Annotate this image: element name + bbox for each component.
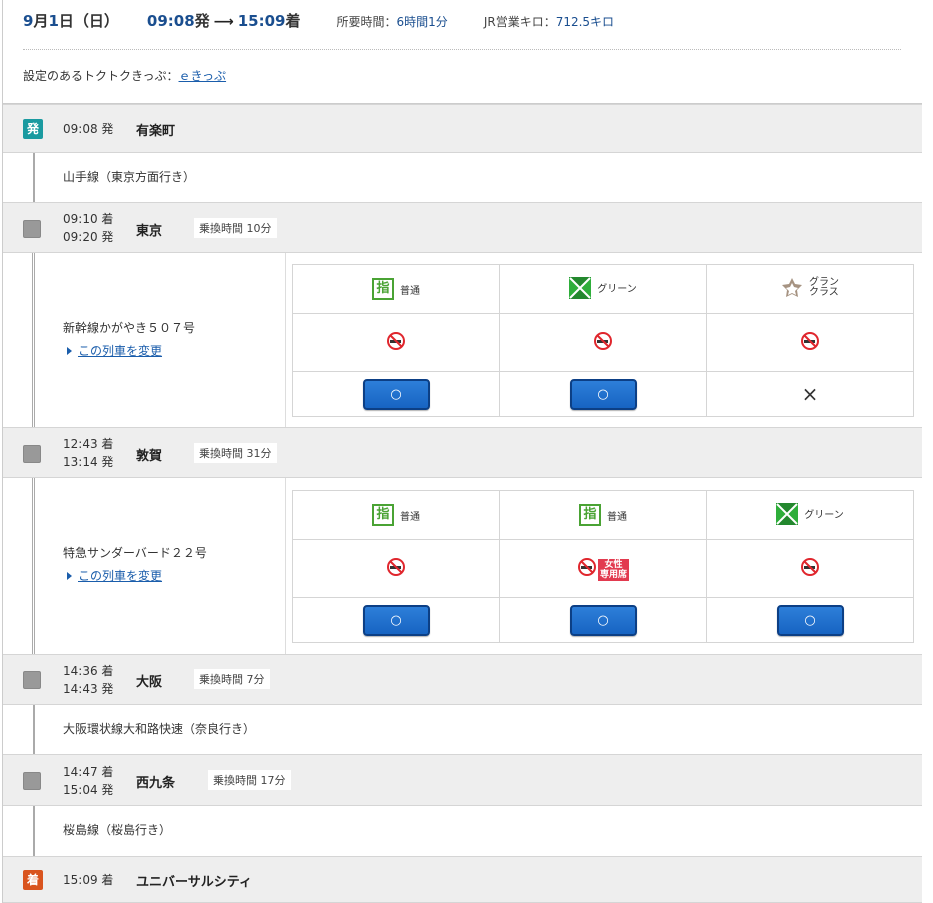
- station-arrival-time: 09:10 着: [63, 212, 114, 226]
- station-name: 西九条: [136, 776, 176, 791]
- no-smoking-icon: [593, 331, 613, 351]
- green-car-icon: [776, 502, 799, 525]
- line-segment: 山手線（東京方面行き）: [3, 153, 922, 202]
- station-departure-time: 13:14 発: [63, 455, 114, 469]
- station-arrival-time: 14:47 着: [63, 765, 114, 779]
- route-line: [32, 253, 35, 427]
- route-line: [33, 806, 35, 856]
- eticket-link[interactable]: ｅきっぷ: [179, 69, 227, 83]
- triangle-right-icon: [67, 572, 72, 580]
- seat-class-cell: 指普通: [499, 490, 707, 540]
- station-marker-icon: [23, 671, 41, 689]
- line-name: 大阪環状線大和路快速（奈良行き）: [63, 722, 256, 736]
- station-row-transfer: 14:47 着 15:04 発 西九条 乗換時間 17分: [3, 754, 922, 806]
- transfer-time-badge: 乗換時間 7分: [194, 669, 270, 689]
- station-name: 敦賀: [136, 449, 163, 464]
- station-name: 有楽町: [136, 124, 176, 139]
- route-line: [32, 478, 35, 654]
- duration: 所要時間：6時間1分: [336, 15, 448, 29]
- deal-tickets: 設定のあるトクトクきっぷ：ｅきっぷ: [23, 69, 227, 83]
- divider: [23, 49, 901, 50]
- route-line: [33, 153, 35, 202]
- change-train-link[interactable]: この列車を変更: [67, 342, 162, 359]
- change-train-link[interactable]: この列車を変更: [67, 567, 162, 584]
- seat-available-button[interactable]: ○: [362, 604, 430, 636]
- station-marker-icon: [23, 445, 41, 463]
- departure-badge: 発: [23, 119, 43, 139]
- seat-available-button[interactable]: ○: [569, 378, 637, 410]
- station-row-transfer: 12:43 着 13:14 発 敦賀 乗換時間 31分: [3, 427, 922, 478]
- line-segment: 大阪環状線大和路快速（奈良行き）: [3, 705, 922, 754]
- seat-class-cell: グラン クラス: [706, 264, 914, 314]
- reserved-seat-icon: 指: [372, 278, 394, 300]
- station-time: 15:09 着: [63, 873, 114, 887]
- station-name: 東京: [136, 224, 163, 239]
- seat-available-button[interactable]: ○: [569, 604, 637, 636]
- seat-class-cell: グリーン: [499, 264, 707, 314]
- station-row-transfer: 14:36 着 14:43 発 大阪 乗換時間 7分: [3, 654, 922, 705]
- no-smoking-icon: [386, 331, 406, 351]
- seat-class-cell: 指普通: [292, 264, 500, 314]
- station-name: ユニバーサルシティ: [136, 875, 252, 890]
- station-departure-time: 15:04 発: [63, 783, 114, 797]
- ladies-only-seat-badge: 女性 専用席: [597, 558, 629, 581]
- travel-times: 09:08 発 ⟶ 15:09 着: [146, 12, 301, 30]
- station-arrival-time: 14:36 着: [63, 664, 114, 678]
- arrival-badge: 着: [23, 870, 43, 890]
- no-smoking-icon: [800, 331, 820, 351]
- transfer-time-badge: 乗換時間 10分: [194, 218, 277, 238]
- arrival-time: 15:09: [237, 12, 286, 30]
- travel-date: 9月1日（日）: [23, 12, 119, 30]
- station-departure-time: 09:20 発: [63, 230, 114, 244]
- station-name: 大阪: [136, 675, 163, 690]
- line-name: 桜島線（桜島行き）: [63, 823, 172, 837]
- seat-unavailable-mark: ×: [801, 382, 819, 406]
- line-name: 山手線（東京方面行き）: [63, 170, 196, 184]
- no-smoking-icon: [800, 557, 820, 577]
- station-marker-icon: [23, 220, 41, 238]
- transfer-time-badge: 乗換時間 31分: [194, 443, 277, 463]
- gran-class-icon: [781, 277, 803, 299]
- seat-table: 指普通 指普通 グリーン 女性 専用席 ○ ○ ○: [292, 490, 914, 643]
- station-marker-icon: [23, 772, 41, 790]
- reserved-seat-icon: 指: [579, 504, 601, 526]
- line-segment: 桜島線（桜島行き）: [3, 806, 922, 856]
- station-row-departure: 発 09:08 発 有楽町: [3, 104, 922, 153]
- seat-class-cell: 指普通: [292, 490, 500, 540]
- seat-available-button[interactable]: ○: [776, 604, 844, 636]
- train-segment: 新幹線かがやき５０７号 この列車を変更 指普通 グリーン グラン クラス ○ ○ …: [3, 253, 922, 427]
- triangle-right-icon: [67, 347, 72, 355]
- route-header: 9月1日（日） 09:08 発 ⟶ 15:09 着 所要時間：6時間1分 JR営業キ…: [3, 0, 922, 104]
- transfer-time-badge: 乗換時間 17分: [208, 770, 291, 790]
- no-smoking-icon: [577, 557, 597, 577]
- station-row-transfer: 09:10 着 09:20 発 東京 乗換時間 10分: [3, 202, 922, 253]
- seat-available-button[interactable]: ○: [362, 378, 430, 410]
- arrow-right-icon: ⟶: [213, 14, 234, 30]
- reserved-seat-icon: 指: [372, 504, 394, 526]
- train-name: 特急サンダーバード２２号: [63, 546, 207, 560]
- station-time: 09:08 発: [63, 122, 114, 136]
- distance: JR営業キロ：712.5キロ: [483, 15, 615, 29]
- departure-time: 09:08: [146, 12, 195, 30]
- route-detail-panel: 9月1日（日） 09:08 発 ⟶ 15:09 着 所要時間：6時間1分 JR営業キ…: [2, 0, 922, 903]
- no-smoking-icon: [386, 557, 406, 577]
- station-arrival-time: 12:43 着: [63, 437, 114, 451]
- green-car-icon: [569, 276, 592, 299]
- station-departure-time: 14:43 発: [63, 682, 114, 696]
- seat-table: 指普通 グリーン グラン クラス ○ ○ ×: [292, 264, 914, 417]
- station-row-arrival: 着 15:09 着 ユニバーサルシティ: [3, 856, 922, 903]
- seat-class-cell: グリーン: [706, 490, 914, 540]
- train-segment: 特急サンダーバード２２号 この列車を変更 指普通 指普通 グリーン 女性 専用席 …: [3, 478, 922, 654]
- route-line: [33, 705, 35, 754]
- train-name: 新幹線かがやき５０７号: [63, 321, 196, 335]
